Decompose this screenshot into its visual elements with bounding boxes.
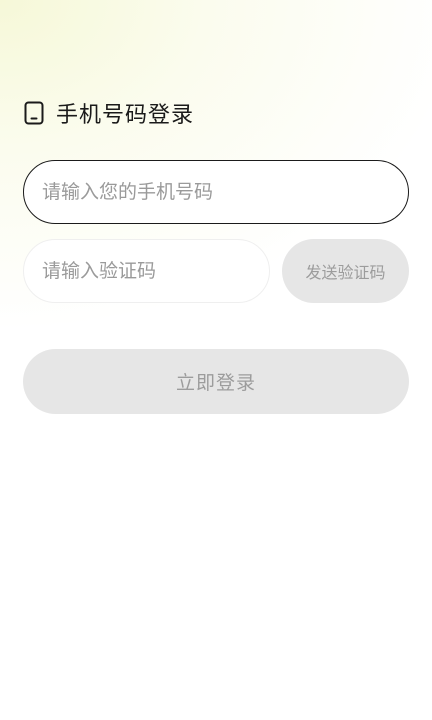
verification-code-input[interactable] <box>23 239 270 303</box>
send-code-button[interactable]: 发送验证码 <box>282 239 409 303</box>
phone-icon <box>24 101 44 125</box>
phone-number-input[interactable] <box>23 160 409 224</box>
login-title-row: 手机号码登录 <box>24 97 194 129</box>
page-title: 手机号码登录 <box>56 103 195 128</box>
login-button[interactable]: 立即登录 <box>23 349 409 414</box>
